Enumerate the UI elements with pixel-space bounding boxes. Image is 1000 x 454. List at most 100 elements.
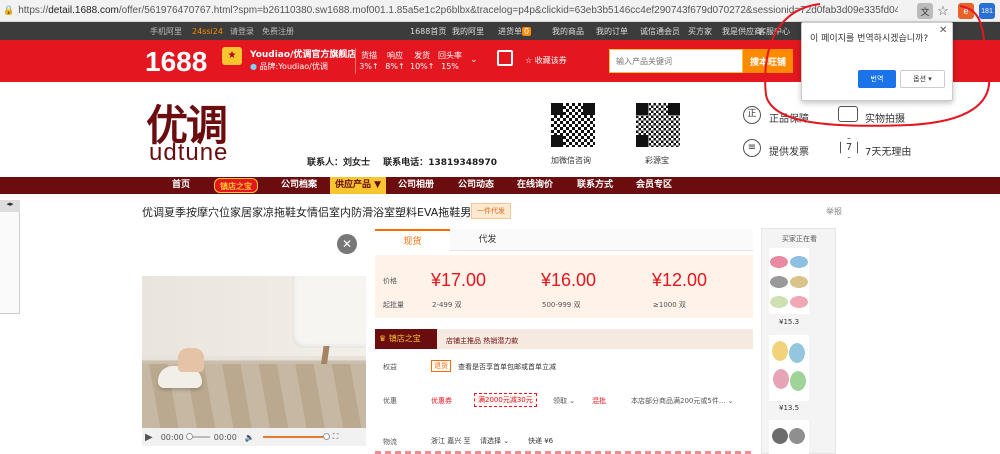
video-time-total: 00:00	[213, 432, 237, 442]
url-host: detail.1688.com	[48, 5, 119, 16]
search-button[interactable]: 搜本旺铺	[743, 49, 793, 73]
login-link[interactable]: 请登录	[230, 26, 254, 37]
price-tier-3: ¥12.00	[652, 270, 708, 290]
register-link[interactable]: 免费注册	[262, 26, 294, 37]
member-link[interactable]: 诚信通会员	[640, 26, 680, 37]
nav-album[interactable]: 公司相册	[398, 177, 434, 194]
cart-link[interactable]: 进货单	[498, 26, 522, 37]
genuine-icon: 正	[743, 106, 761, 124]
stat-response: 响应 8%↑	[385, 51, 405, 71]
left-side-panel	[0, 200, 20, 314]
translate-button[interactable]: 번역	[858, 70, 896, 88]
coupon-claim-button[interactable]: 领取 ⌄	[553, 396, 575, 406]
nav-members[interactable]: 会员专区	[636, 177, 672, 194]
translate-message: 이 페이지를 번역하시겠습니까?	[810, 34, 929, 44]
left-panel-toggle[interactable]: ◂▸	[0, 200, 20, 212]
coupon-value[interactable]: 满2000元减30元	[474, 393, 537, 407]
buyer-link[interactable]: 买方家	[688, 26, 712, 37]
chevron-down-icon[interactable]: ⌄	[470, 55, 478, 65]
store-name[interactable]: Youdiao/优调官方旗舰店	[250, 47, 356, 60]
fullscreen-icon[interactable]: ⛶	[333, 432, 339, 442]
close-video-button[interactable]: ✕	[337, 234, 357, 254]
recommend-item-2-price: ¥13.5	[779, 404, 800, 412]
video-time-current: 00:00	[160, 432, 184, 442]
my-ali-link[interactable]: 我的阿里	[452, 26, 484, 37]
promo-badge: ♛ 镇店之宝	[375, 329, 437, 349]
moq-tier-3: ≥1000 双	[653, 301, 686, 309]
invoice-icon: ≡	[743, 139, 761, 157]
service-invoice: 提供发票	[769, 147, 809, 158]
play-icon[interactable]: ▶	[145, 432, 153, 443]
address-bar[interactable]: https://detail.1688.com/offer/5619764707…	[18, 5, 898, 16]
header-divider	[355, 48, 356, 74]
translate-icon[interactable]: 文	[917, 3, 933, 19]
favorite-button[interactable]: ☆ 收藏该券	[525, 55, 567, 66]
app-qr-label: 彩源宝	[645, 156, 669, 165]
store-nav	[0, 177, 1000, 194]
extension-badge-icon[interactable]: 181	[979, 3, 995, 19]
video-foot	[178, 348, 204, 372]
service-center-link[interactable]: 客服中心	[758, 26, 790, 37]
logistics-destination-select[interactable]: 请选择 ⌄	[480, 436, 509, 446]
mix-text[interactable]: 本店部分商品满200元或5件... ⌄	[631, 396, 734, 406]
report-link[interactable]: 举报	[826, 206, 842, 217]
rights-tag: 退货	[431, 360, 451, 372]
nav-contact[interactable]: 联系方式	[577, 177, 613, 194]
supplier-link[interactable]: 我是供应商	[722, 26, 762, 37]
video-sofa	[292, 276, 366, 348]
url-path: /offer/561976470767.html?spm=b26110380.s…	[118, 5, 899, 16]
price-label: 价格	[383, 277, 397, 285]
rights-text[interactable]: 查看是否享首单包邮或首单立减	[458, 362, 556, 372]
stat-return-rate: 回头率 15%	[438, 51, 462, 71]
video-controls: ▶ 00:00 00:00 🔈 ⛶	[142, 428, 366, 446]
mobile-ali-link[interactable]: 手机阿里	[150, 26, 182, 37]
nav-news[interactable]: 公司动态	[458, 177, 494, 194]
home-link[interactable]: 1688首页	[410, 26, 446, 37]
close-icon[interactable]: ✕	[939, 25, 947, 36]
store-search	[609, 49, 743, 73]
brand-line: ● 品牌:Youdiao/优调	[250, 61, 328, 72]
nav-home[interactable]: 首页	[172, 177, 190, 194]
extension-icon[interactable]: e	[958, 3, 974, 19]
options-button[interactable]: 옵션 ▾	[900, 70, 945, 88]
nav-company-profile[interactable]: 公司档案	[281, 177, 317, 194]
recommend-item-2-image[interactable]	[769, 335, 809, 401]
cart-count-badge: 0	[522, 26, 532, 36]
progress-knob[interactable]	[185, 433, 193, 440]
tab-dropship[interactable]: 代发	[450, 229, 525, 251]
chevron-down-icon: ⌄	[569, 397, 576, 405]
bookmark-star-icon[interactable]: ☆	[935, 3, 951, 19]
my-products-link[interactable]: 我的商品	[552, 26, 584, 37]
product-title: 优调夏季按摩穴位家居家凉拖鞋女情侣室内防滑浴室塑料EVA拖鞋男	[142, 206, 472, 219]
product-video[interactable]	[142, 276, 366, 428]
service-genuine: 正品保障	[769, 114, 809, 125]
wechat-qr-code	[551, 103, 595, 147]
service-photo: 实物拍摄	[865, 114, 905, 125]
recommend-item-1-price: ¥15.3	[779, 318, 800, 326]
username-link[interactable]: 24ssi24	[192, 27, 223, 36]
wechat-qr-label: 加微信咨询	[551, 156, 591, 165]
video-progress-track[interactable]	[185, 433, 210, 440]
search-input[interactable]	[610, 50, 742, 72]
lock-icon: 🔒	[3, 5, 15, 16]
recommend-item-3-image[interactable]	[769, 420, 809, 454]
nav-inquiry[interactable]: 在线询价	[517, 177, 553, 194]
tab-in-stock[interactable]: 现货	[375, 229, 450, 251]
qr-code-icon[interactable]	[497, 50, 513, 66]
site-logo[interactable]: 1688	[145, 46, 207, 78]
volume-icon[interactable]: 🔈	[245, 433, 255, 442]
mix-label: 混批	[592, 397, 606, 405]
nav-treasure[interactable]: 镇店之宝	[214, 178, 258, 193]
my-orders-link[interactable]: 我的订单	[596, 26, 628, 37]
moq-label: 起批量	[383, 301, 404, 309]
dropship-tag: 一件代发	[471, 203, 511, 219]
rights-label: 权益	[383, 363, 397, 371]
browser-toolbar: 🔒 https://detail.1688.com/offer/56197647…	[0, 0, 1000, 22]
nav-products[interactable]: 供应产品 ▼	[330, 177, 387, 194]
volume-slider[interactable]	[262, 433, 330, 440]
moq-tier-2: 500-999 双	[542, 301, 581, 309]
recommend-item-1-image[interactable]	[769, 248, 809, 314]
stat-description: 货描 3%↑	[359, 51, 379, 71]
stat-delivery: 发货 10%↑	[410, 51, 435, 71]
coupon-label: 优惠券	[431, 397, 452, 405]
